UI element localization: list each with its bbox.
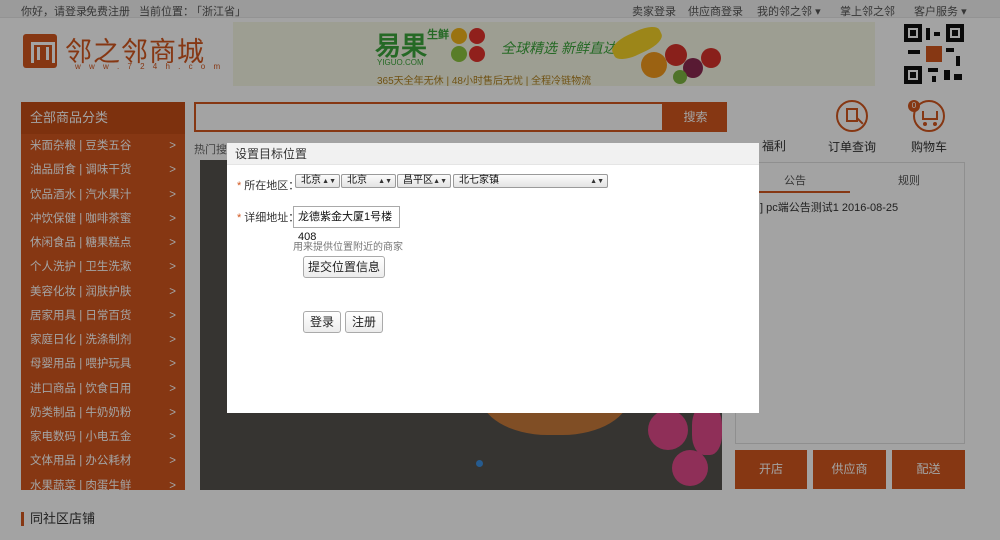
district-select[interactable]: 昌平区 ▲▼ [397, 174, 451, 188]
address-input[interactable]: 龙德紫金大厦1号楼408 [293, 206, 400, 243]
address-label-text: 详细地址： [244, 212, 300, 224]
login-button[interactable]: 登录 [303, 311, 341, 333]
required-mark: * [237, 212, 242, 224]
select-arrows-icon: ▲▼ [322, 178, 336, 185]
register-button[interactable]: 注册 [345, 311, 383, 333]
select-arrows-icon: ▲▼ [378, 178, 392, 185]
address-label: * 详细地址： [237, 209, 299, 225]
town-value: 北七家镇 [459, 175, 499, 186]
province-value: 北京 [301, 175, 321, 186]
select-arrows-icon: ▲▼ [590, 178, 604, 185]
city-value: 北京 [347, 175, 367, 186]
submit-location-button[interactable]: 提交位置信息 [303, 256, 385, 278]
select-arrows-icon: ▲▼ [433, 178, 447, 185]
town-select[interactable]: 北七家镇 ▲▼ [453, 174, 608, 188]
address-hint: 用来提供位置附近的商家 [293, 242, 403, 253]
region-label: * 所在地区： [237, 177, 299, 193]
modal-title: 设置目标位置 [227, 143, 759, 165]
required-mark: * [237, 180, 242, 192]
district-value: 昌平区 [403, 175, 433, 186]
location-modal: 设置目标位置 * 所在地区： 北京 ▲▼ 北京 ▲▼ 昌平区 ▲▼ 北七家镇 ▲▼ * 详细… [227, 143, 759, 413]
region-label-text: 所在地区： [244, 180, 300, 192]
province-select[interactable]: 北京 ▲▼ [295, 174, 340, 188]
city-select[interactable]: 北京 ▲▼ [341, 174, 396, 188]
